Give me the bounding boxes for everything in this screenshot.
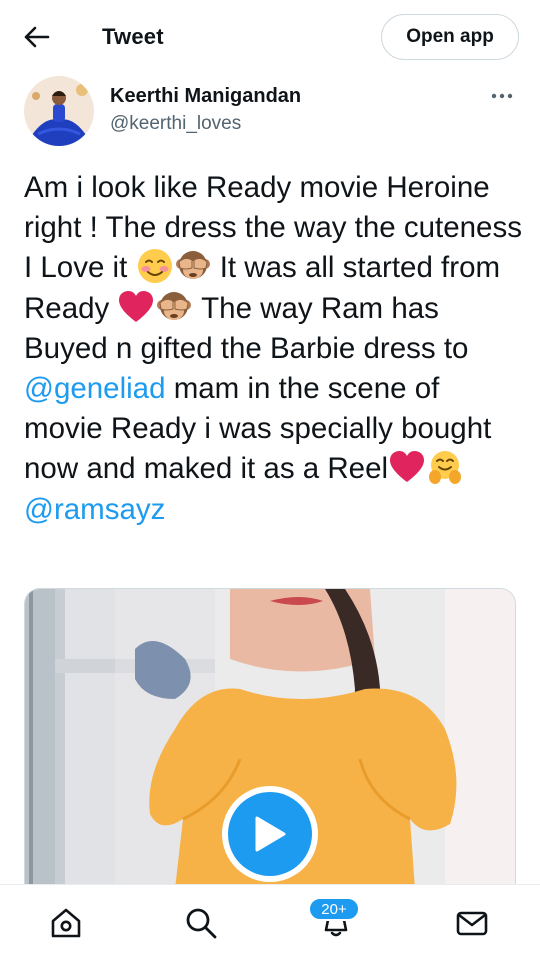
nav-search[interactable]	[183, 905, 219, 941]
search-icon	[186, 908, 217, 939]
notification-badge: 20+	[308, 897, 360, 921]
avatar[interactable]	[24, 76, 94, 146]
mention-link[interactable]: @geneliad	[24, 372, 166, 405]
see-no-evil-monkey-emoji	[175, 251, 210, 280]
messages-icon	[456, 911, 488, 936]
red-heart-emoji	[119, 290, 154, 322]
more-horizontal-icon	[491, 93, 513, 99]
tweet-author: Keerthi Manigandan @keerthi_loves	[0, 74, 540, 154]
mention-link[interactable]: @ramsayz	[24, 493, 165, 526]
red-heart-emoji	[390, 451, 425, 483]
hugging-face-emoji	[429, 451, 462, 485]
top-bar: Tweet Open app	[0, 0, 540, 74]
author-handle[interactable]: @keerthi_loves	[110, 113, 241, 135]
smiling-blushing-emoji	[137, 249, 172, 284]
page-title: Tweet	[102, 24, 164, 49]
home-icon	[51, 908, 81, 938]
nav-home[interactable]	[48, 905, 84, 941]
open-app-button[interactable]: Open app	[381, 14, 519, 60]
see-no-evil-monkey-emoji	[157, 291, 192, 320]
nav-messages[interactable]	[454, 905, 490, 941]
arrow-left-icon	[24, 26, 50, 48]
tweet-text: Am i look like Ready movie Heroine right…	[24, 168, 524, 530]
back-button[interactable]	[20, 20, 54, 54]
author-name[interactable]: Keerthi Manigandan	[110, 85, 301, 108]
more-button[interactable]	[488, 86, 516, 106]
play-icon	[255, 816, 286, 852]
bottom-navigation: 20+	[0, 884, 540, 960]
play-button[interactable]	[222, 786, 318, 882]
